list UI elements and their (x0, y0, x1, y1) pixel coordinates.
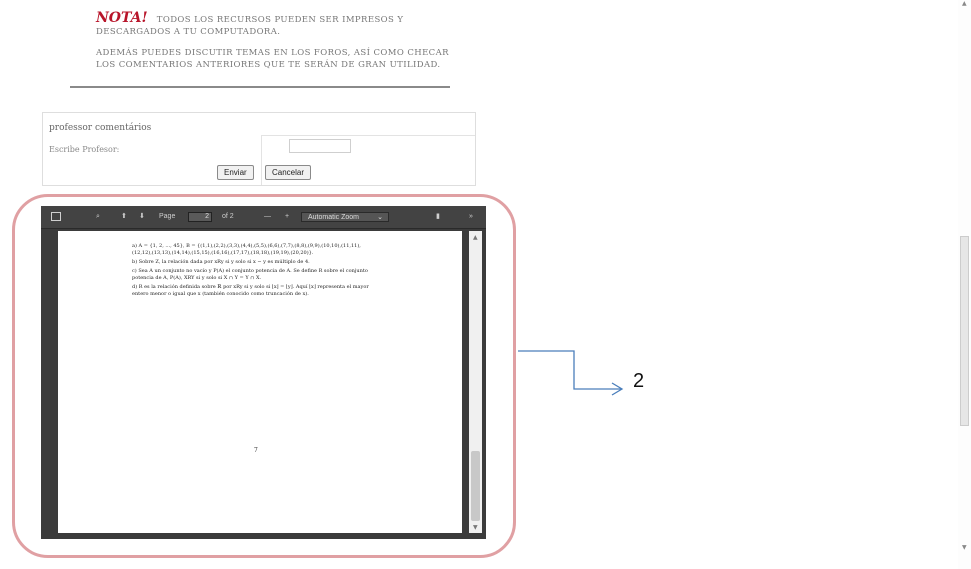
callout-label: 2 (633, 370, 645, 392)
page-scroll-up-icon[interactable]: ▲ (962, 0, 967, 7)
page-scroll-thumb[interactable] (960, 236, 969, 426)
callout-arrow (518, 350, 624, 396)
page-scroll-down-icon[interactable]: ▼ (962, 544, 967, 551)
callout-arrow-path (518, 350, 622, 390)
